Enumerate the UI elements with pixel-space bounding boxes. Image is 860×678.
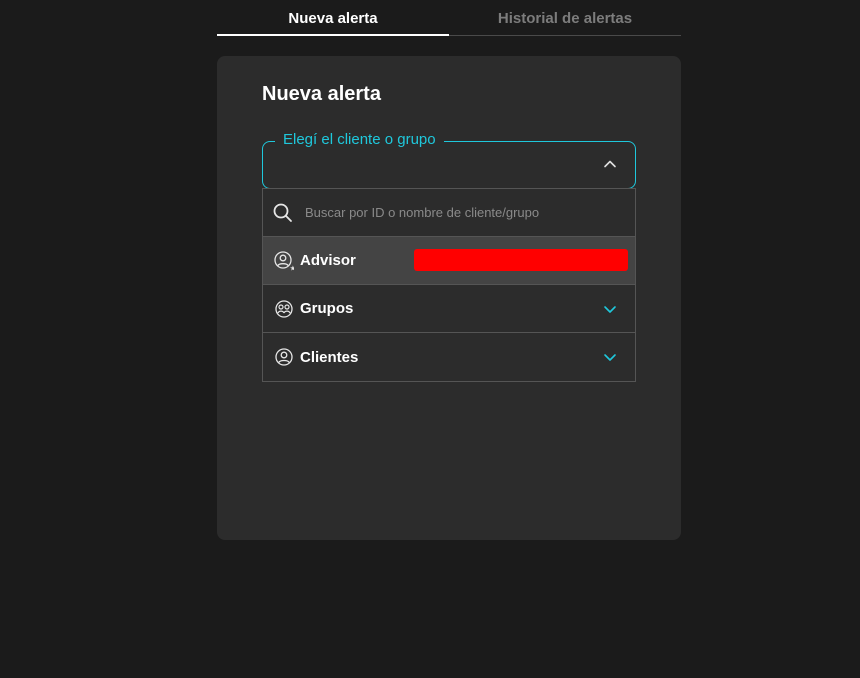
chevron-down-icon[interactable] xyxy=(603,302,617,316)
option-clientes-label: Clientes xyxy=(300,348,359,366)
new-alert-card: Nueva alerta Elegí el cliente o grupo ★ … xyxy=(217,56,681,540)
tab-nueva-alerta[interactable]: Nueva alerta xyxy=(217,0,449,36)
option-grupos-label: Grupos xyxy=(300,300,354,317)
option-clientes[interactable]: Clientes xyxy=(263,333,635,381)
chevron-down-icon[interactable] xyxy=(603,350,617,364)
users-group-icon xyxy=(275,299,293,318)
tab-historial-de-alertas[interactable]: Historial de alertas xyxy=(449,0,681,35)
client-group-select[interactable]: Elegí el cliente o grupo xyxy=(262,131,636,189)
user-icon xyxy=(275,348,293,366)
svg-text:★: ★ xyxy=(290,264,294,271)
search-input[interactable] xyxy=(303,204,635,221)
option-advisor-label: Advisor xyxy=(300,252,356,269)
chevron-up-icon[interactable] xyxy=(603,157,617,171)
select-label: Elegí el cliente o grupo xyxy=(275,131,444,148)
user-star-icon: ★ xyxy=(274,250,294,271)
client-group-dropdown: ★ Advisor Grupos Client xyxy=(262,188,636,382)
search-row xyxy=(263,189,635,237)
tab-bar: Nueva alerta Historial de alertas xyxy=(217,0,681,36)
card-title: Nueva alerta xyxy=(262,83,381,105)
option-advisor[interactable]: ★ Advisor xyxy=(263,237,635,285)
search-icon xyxy=(273,203,292,222)
option-grupos[interactable]: Grupos xyxy=(263,285,635,333)
redacted-value xyxy=(414,249,628,271)
